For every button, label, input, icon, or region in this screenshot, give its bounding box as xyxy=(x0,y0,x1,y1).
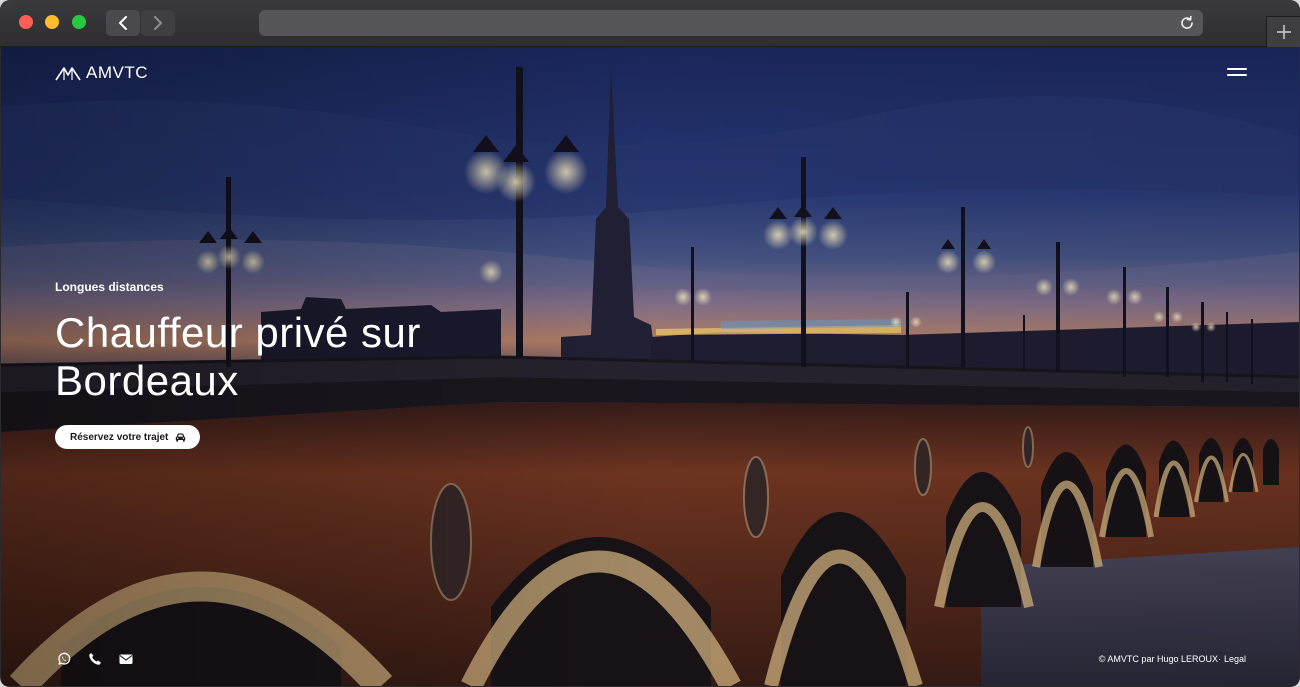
email-link[interactable] xyxy=(119,652,133,666)
hero-title: Chauffeur privé sur Bordeaux xyxy=(55,309,421,404)
chevron-left-icon xyxy=(119,16,127,30)
phone-icon xyxy=(89,653,101,665)
back-button[interactable] xyxy=(106,10,140,36)
hamburger-menu-button[interactable] xyxy=(1227,65,1247,79)
forward-button[interactable] xyxy=(141,10,175,36)
new-tab-button[interactable] xyxy=(1266,16,1300,47)
hero-eyebrow: Longues distances xyxy=(55,280,164,294)
legal-link[interactable]: Legal xyxy=(1224,654,1246,664)
book-trip-button[interactable]: Réservez votre trajet xyxy=(55,425,201,449)
chevron-right-icon xyxy=(154,16,162,30)
site-logo[interactable]: AMVTC xyxy=(55,63,148,83)
close-window-button[interactable] xyxy=(19,15,33,29)
logo-text: AMVTC xyxy=(86,63,148,82)
browser-window: AMVTC Longues distances Chauffeur privé … xyxy=(0,0,1300,687)
browser-toolbar xyxy=(0,0,1300,47)
reload-icon[interactable] xyxy=(1179,15,1195,31)
book-trip-label: Réservez votre trajet xyxy=(70,431,169,443)
whatsapp-icon xyxy=(58,652,71,665)
logo-mark-icon xyxy=(55,67,81,81)
maximize-window-button[interactable] xyxy=(72,15,86,29)
menu-line-icon xyxy=(1227,74,1247,76)
minimize-window-button[interactable] xyxy=(45,15,59,29)
address-bar[interactable] xyxy=(259,10,1203,36)
car-icon xyxy=(176,433,186,442)
social-links xyxy=(57,652,133,666)
plus-icon xyxy=(1277,25,1291,39)
whatsapp-link[interactable] xyxy=(57,652,71,666)
menu-line-icon xyxy=(1227,68,1247,70)
envelope-icon xyxy=(119,654,133,664)
copyright-text: © AMVTC par Hugo LEROUX· xyxy=(1098,654,1221,664)
footer-copyright: © AMVTC par Hugo LEROUX· Legal xyxy=(1099,654,1246,664)
phone-link[interactable] xyxy=(88,652,102,666)
web-page: AMVTC Longues distances Chauffeur privé … xyxy=(1,47,1299,686)
url-input[interactable] xyxy=(269,13,1173,35)
